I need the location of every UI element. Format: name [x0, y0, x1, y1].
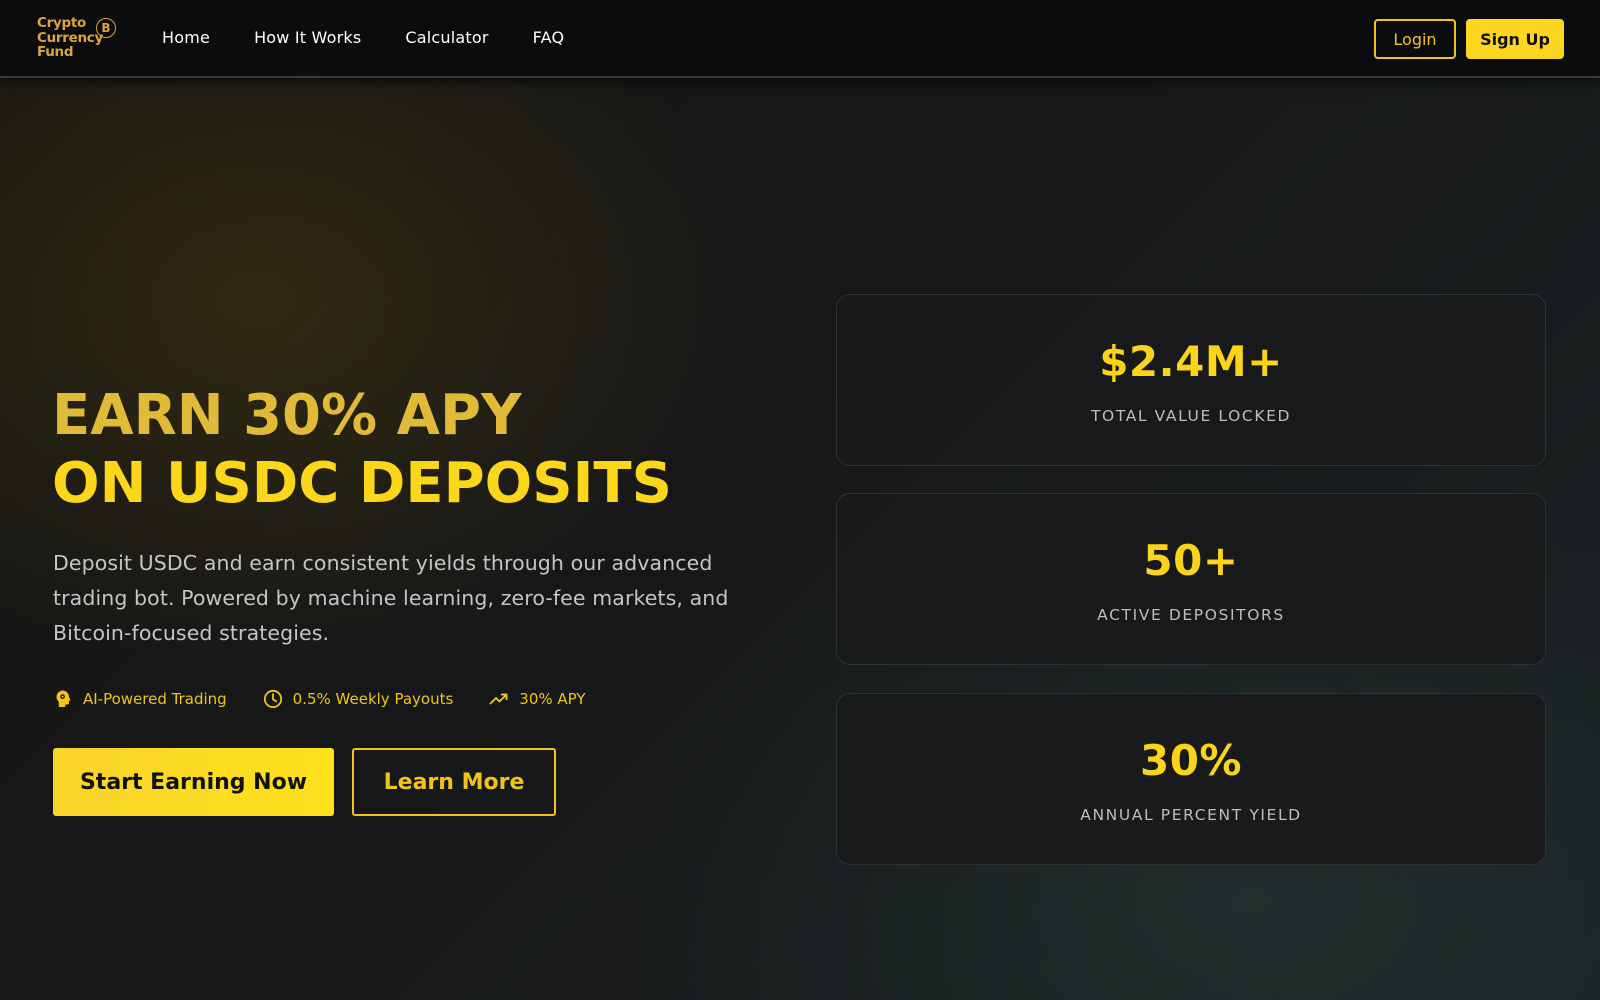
brain-icon: [53, 689, 73, 709]
navbar: Crypto Currency Fund B Home How It Works…: [0, 0, 1600, 78]
logo-line-fund: Fund: [37, 44, 74, 60]
trending-up-icon: [489, 689, 509, 709]
learn-more-button[interactable]: Learn More: [352, 748, 556, 816]
logo[interactable]: Crypto Currency Fund B: [37, 16, 119, 62]
stat-card-depositors: 50+ ACTIVE DEPOSITORS: [836, 493, 1546, 665]
feature-label: AI-Powered Trading: [83, 690, 227, 708]
stat-card-apy: 30% ANNUAL PERCENT YIELD: [836, 693, 1546, 865]
feature-ai-trading: AI-Powered Trading: [53, 689, 227, 709]
stat-value: 50+: [1143, 536, 1239, 585]
signup-button[interactable]: Sign Up: [1466, 19, 1564, 59]
clock-icon: [263, 689, 283, 709]
start-earning-button[interactable]: Start Earning Now: [53, 748, 334, 816]
feature-weekly-payouts: 0.5% Weekly Payouts: [263, 689, 454, 709]
stat-card-tvl: $2.4M+ TOTAL VALUE LOCKED: [836, 294, 1546, 466]
feature-label: 0.5% Weekly Payouts: [292, 690, 454, 708]
hero-description: Deposit USDC and earn consistent yields …: [53, 551, 729, 645]
hero-title-line-1: EARN 30% APY: [52, 383, 522, 448]
bitcoin-icon: B: [96, 18, 116, 38]
nav-link-faq[interactable]: FAQ: [533, 28, 565, 47]
stat-value: $2.4M+: [1099, 337, 1283, 386]
feature-label: 30% APY: [519, 690, 586, 708]
hero-title: EARN 30% APY ON USDC DEPOSITS: [52, 382, 672, 518]
feature-list: AI-Powered Trading 0.5% Weekly Payouts 3…: [53, 689, 622, 709]
feature-apy: 30% APY: [489, 689, 586, 709]
nav-links: Home How It Works Calculator FAQ: [162, 28, 608, 47]
nav-link-home[interactable]: Home: [162, 28, 210, 47]
nav-link-how-it-works[interactable]: How It Works: [254, 28, 361, 47]
login-button[interactable]: Login: [1374, 19, 1456, 59]
stat-value: 30%: [1139, 736, 1243, 785]
stat-label: TOTAL VALUE LOCKED: [1090, 407, 1292, 425]
stat-label: ANNUAL PERCENT YIELD: [1080, 806, 1302, 824]
stat-label: ACTIVE DEPOSITORS: [1097, 606, 1285, 624]
nav-link-calculator[interactable]: Calculator: [405, 28, 488, 47]
hero-title-line-2: ON USDC DEPOSITS: [52, 451, 672, 516]
